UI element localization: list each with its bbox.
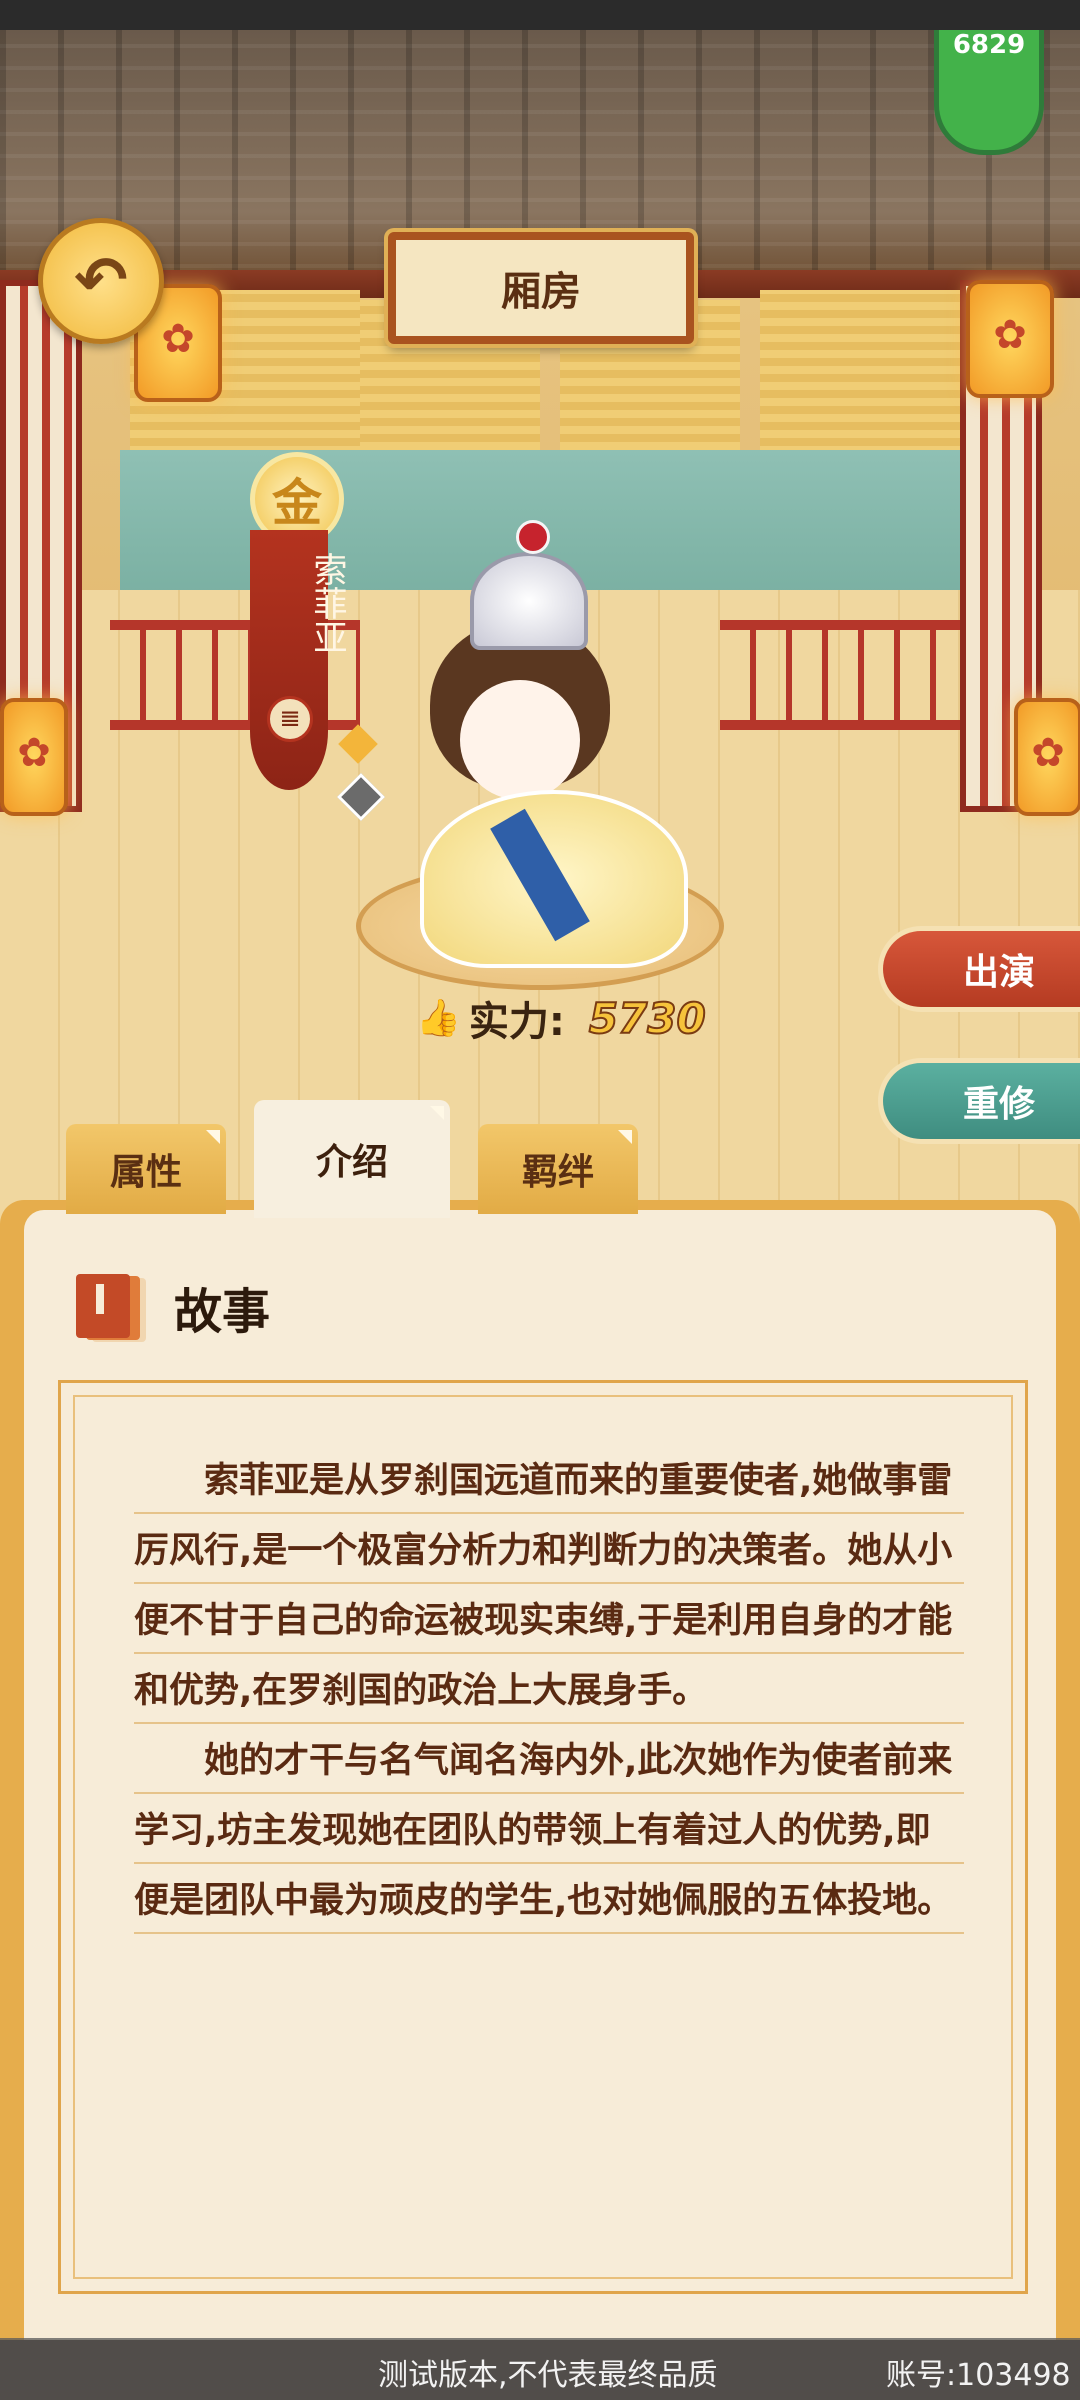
character-face [460,680,580,800]
retrain-button[interactable]: 重修 [878,1058,1080,1144]
character-name: 索菲亚 [307,552,347,654]
account-id: 账号:103498 [886,2358,1071,2393]
power-badge-value: 6829 [952,30,1026,60]
story-title: 故事 [174,1284,271,1340]
info-panel-inner: 故事 索菲亚是从罗刹国远道而来的重要使者,她做事雷厉风行,是一个极富分析力和判断… [24,1210,1056,2340]
power-badge[interactable]: 6829 [934,30,1044,155]
tab-attributes[interactable]: 属性 [66,1124,226,1214]
power-value: 5730 [588,993,707,1044]
name-banner: 索菲亚 𝌆 [250,530,347,790]
character-crown [470,552,588,650]
page-title: 厢房 [388,232,694,344]
power-row: 👍 实力: 5730 [416,988,707,1048]
watermark-bar: 测试版本,不代表最终品质 账号:103498 [0,2338,1080,2400]
tab-introduction[interactable]: 介绍 [254,1100,450,1218]
story-paragraph: 她的才干与名气闻名海内外,此次她作为使者前来学习,坊主发现她在团队的带领上有着过… [134,1726,964,1936]
back-arrow-icon: ↶ [74,244,128,318]
faction-emblem-icon: 𝌆 [267,696,313,742]
perform-button[interactable]: 出演 [878,926,1080,1012]
lantern-icon [1014,698,1080,816]
lantern-icon [0,698,68,816]
power-label: 实力: [468,999,565,1045]
book-icon [76,1274,130,1338]
railing-right [720,620,960,730]
back-button[interactable]: ↶ [38,218,164,344]
story-paragraph: 索菲亚是从罗刹国远道而来的重要使者,她做事雷厉风行,是一个极富分析力和判断力的决… [134,1446,964,1726]
lantern-icon [966,280,1054,398]
status-bar [0,0,1080,30]
test-version-notice: 测试版本,不代表最终品质 [378,2358,718,2393]
tab-bonds[interactable]: 羁绊 [478,1124,638,1214]
crown-jewel [516,520,550,554]
thumbs-up-icon: 👍 [416,998,461,1039]
story-body: 索菲亚是从罗刹国远道而来的重要使者,她做事雷厉风行,是一个极富分析力和判断力的决… [134,1446,964,1936]
info-panel: 故事 索菲亚是从罗刹国远道而来的重要使者,她做事雷厉风行,是一个极富分析力和判断… [0,1200,1080,2340]
